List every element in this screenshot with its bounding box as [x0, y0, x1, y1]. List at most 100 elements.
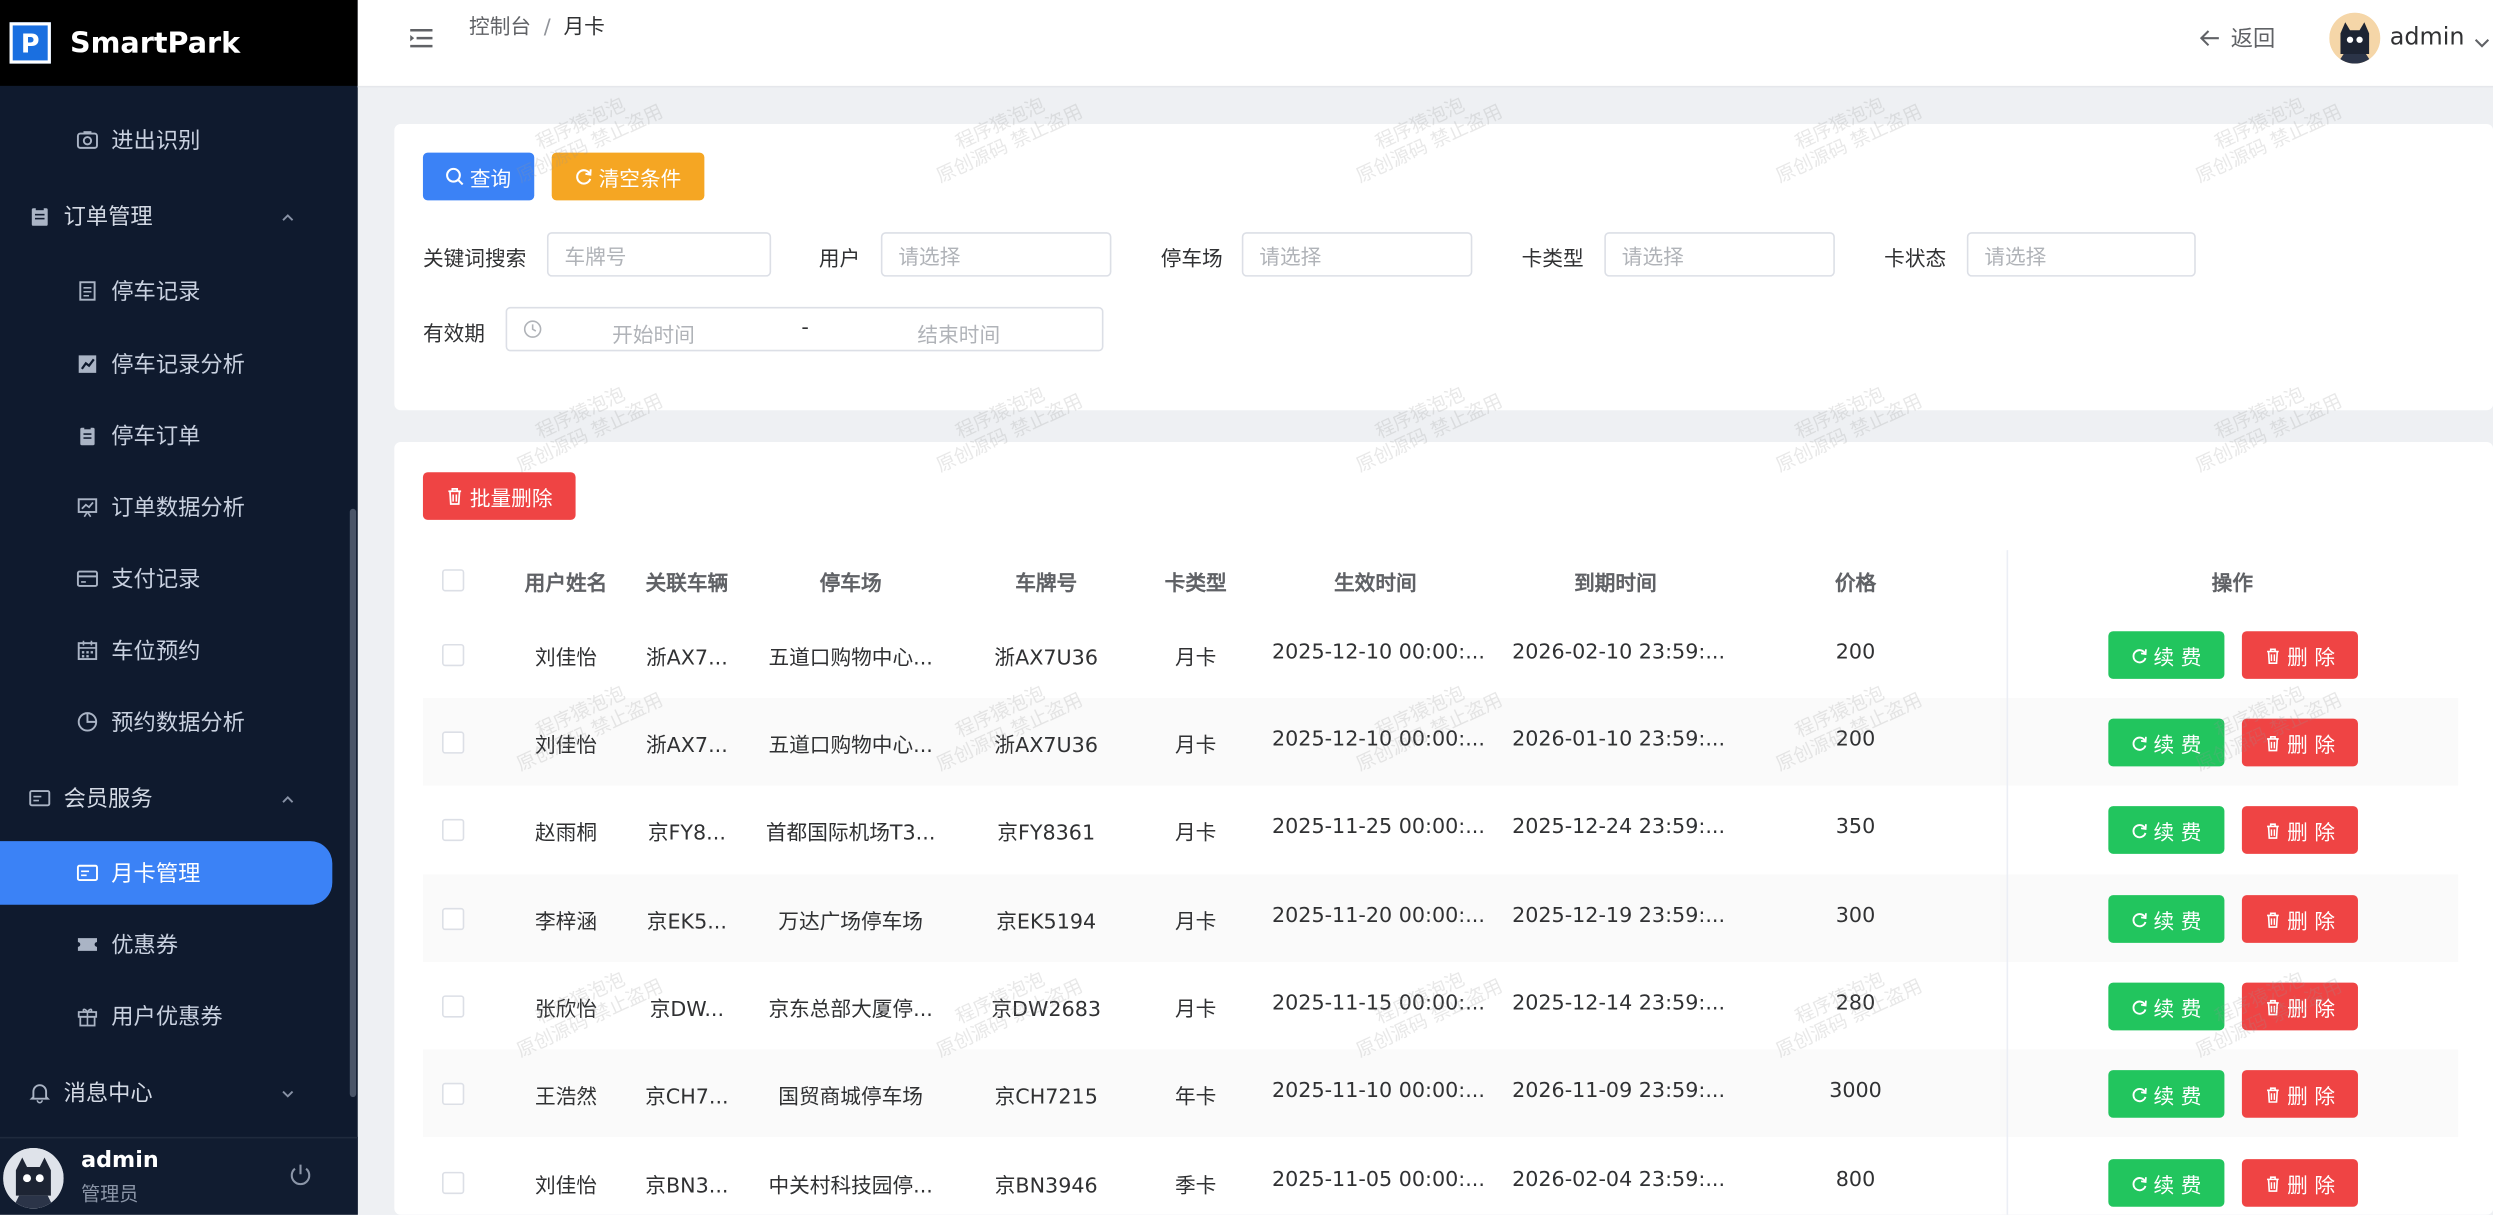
- range-separator: -: [801, 316, 809, 341]
- delete-button[interactable]: 删 除: [2241, 895, 2358, 943]
- sidebar-item-label: 停车订单: [111, 424, 201, 450]
- renew-button[interactable]: 续 费: [2108, 1159, 2225, 1207]
- column-header-plate[interactable]: 车牌号: [967, 566, 1126, 596]
- sidebar-group-message-center[interactable]: 消息中心: [0, 1061, 350, 1125]
- renew-label: 续 费: [2153, 1085, 2202, 1110]
- delete-button[interactable]: 删 除: [2241, 1159, 2358, 1207]
- delete-label: 删 除: [2287, 1085, 2336, 1110]
- sidebar-item-parking-analysis[interactable]: 停车记录分析: [0, 332, 350, 396]
- chevron-down-icon[interactable]: [2472, 29, 2491, 48]
- fixed-column-divider: [2006, 550, 2009, 1215]
- chevron-down-icon: [280, 1083, 296, 1099]
- sidebar-item-label: 停车记录分析: [111, 352, 245, 379]
- parking-lot-select[interactable]: 请选择: [1241, 232, 1473, 277]
- column-header-end-time[interactable]: 到期时间: [1512, 566, 1719, 596]
- validity-date-range[interactable]: 开始时间 - 结束时间: [505, 306, 1104, 352]
- renew-button[interactable]: 续 费: [2108, 895, 2225, 943]
- sidebar-item-parking-orders[interactable]: 停车订单: [0, 404, 350, 468]
- cell-plate: 京FY8361: [997, 822, 1096, 846]
- table-row[interactable]: 赵雨桐 京FY8... 首都国际机场T3... 京FY8361 月卡 2025-11-25…: [423, 785, 2458, 872]
- sidebar-item-coupons[interactable]: 优惠券: [0, 913, 350, 977]
- column-header-card-type[interactable]: 卡类型: [1132, 566, 1259, 596]
- sidebar-group-member-service[interactable]: 会员服务: [0, 766, 350, 830]
- column-header-user-name[interactable]: 用户姓名: [502, 566, 629, 596]
- clear-filters-button[interactable]: 清空条件: [551, 152, 705, 201]
- card-type-select[interactable]: 请选择: [1604, 232, 1835, 277]
- query-button[interactable]: 查询: [422, 152, 535, 201]
- cell-vehicle: 京FY8...: [647, 822, 726, 846]
- delete-button[interactable]: 删 除: [2241, 1070, 2358, 1118]
- sidebar-scrollbar[interactable]: [349, 508, 357, 1098]
- breadcrumb-item-dashboard[interactable]: 控制台: [469, 16, 531, 40]
- refresh-icon: [2133, 823, 2148, 838]
- power-icon[interactable]: [286, 1161, 315, 1190]
- sidebar-item-label: 预约数据分析: [111, 710, 245, 737]
- chevron-up-icon: [280, 207, 296, 223]
- end-date-input[interactable]: 结束时间: [917, 318, 1000, 348]
- header-avatar[interactable]: [2329, 12, 2381, 64]
- sidebar-item-order-analysis[interactable]: 订单数据分析: [0, 475, 350, 539]
- table-row[interactable]: 刘佳怡 浙AX7... 五道口购物中心... 浙AX7U36 月卡 2025-12-10 …: [422, 698, 2459, 786]
- sidebar-item-label: 订单管理: [63, 205, 153, 231]
- table-row[interactable]: 张欣怡 京DW... 京东总部大厦停... 京DW2683 月卡 2025-11-15 0…: [423, 962, 2458, 1049]
- column-header-vehicle[interactable]: 关联车辆: [623, 566, 750, 596]
- user-select[interactable]: 请选择: [880, 232, 1112, 277]
- renew-button[interactable]: 续 费: [2108, 982, 2225, 1031]
- batch-delete-button[interactable]: 批量删除: [422, 472, 576, 520]
- back-button[interactable]: 返回: [2199, 22, 2275, 54]
- select-all-checkbox[interactable]: [442, 569, 465, 592]
- cell-price: 200: [1835, 640, 1876, 665]
- logo-icon: P: [9, 22, 51, 64]
- sidebar-item-space-reservation[interactable]: 车位预约: [0, 619, 350, 683]
- presentation-chart-icon: [76, 496, 98, 518]
- sidebar-item-reservation-analysis[interactable]: 预约数据分析: [0, 690, 350, 754]
- validity-label: 有效期: [422, 322, 485, 347]
- renew-button[interactable]: 续 费: [2108, 718, 2225, 767]
- renew-button[interactable]: 续 费: [2108, 631, 2225, 679]
- membership-card-icon: [76, 862, 98, 884]
- sidebar-item-parking-records[interactable]: 停车记录: [0, 259, 350, 323]
- sidebar-item-entry-recognition[interactable]: 进出识别: [0, 108, 350, 172]
- row-checkbox[interactable]: [442, 995, 465, 1018]
- start-date-input[interactable]: 开始时间: [612, 318, 695, 348]
- card-status-select[interactable]: 请选择: [1966, 232, 2196, 277]
- table-row[interactable]: 王浩然 京CH7... 国贸商城停车场 京CH7215 年卡 2025-11-10 00:…: [422, 1049, 2459, 1137]
- table-row[interactable]: 刘佳怡 浙AX7... 五道口购物中心... 浙AX7U36 月卡 2025-12-10 …: [423, 611, 2458, 698]
- renew-label: 续 费: [2153, 733, 2202, 758]
- row-checkbox[interactable]: [442, 1171, 465, 1195]
- table-row[interactable]: 李梓涵 京EK5... 万达广场停车场 京EK5194 月卡 2025-11-20 00:…: [422, 874, 2459, 962]
- table-row[interactable]: 刘佳怡 京BN3... 中关村科技园停... 京BN3946 季卡 2025-11-05 …: [423, 1138, 2458, 1214]
- column-header-parking-lot[interactable]: 停车场: [755, 566, 946, 596]
- header-user-name[interactable]: admin: [2390, 22, 2465, 51]
- clear-filters-label: 清空条件: [598, 167, 682, 192]
- delete-button[interactable]: 删 除: [2241, 631, 2358, 679]
- cell-price: 300: [1835, 904, 1876, 929]
- row-checkbox[interactable]: [442, 907, 465, 931]
- sidebar-item-label: 车位预约: [111, 639, 201, 665]
- cell-price: 280: [1835, 992, 1876, 1017]
- renew-button[interactable]: 续 费: [2108, 1070, 2225, 1118]
- row-checkbox[interactable]: [442, 1082, 465, 1106]
- cell-parking-lot: 首都国际机场T3...: [765, 822, 936, 846]
- cell-card-type: 月卡: [1174, 911, 1217, 935]
- delete-button[interactable]: 删 除: [2241, 806, 2358, 854]
- menu-toggle-icon[interactable]: [409, 25, 434, 50]
- column-header-start-time[interactable]: 生效时间: [1272, 566, 1479, 596]
- sidebar-item-user-coupons[interactable]: 用户优惠券: [0, 984, 350, 1048]
- avatar[interactable]: [3, 1147, 64, 1208]
- delete-label: 删 除: [2287, 1174, 2336, 1199]
- row-checkbox[interactable]: [442, 818, 465, 842]
- row-checkbox[interactable]: [442, 643, 465, 667]
- delete-button[interactable]: 删 除: [2241, 982, 2358, 1031]
- cell-plate: 浙AX7U36: [994, 647, 1098, 671]
- sidebar-item-monthly-card[interactable]: 月卡管理: [0, 841, 333, 905]
- delete-button[interactable]: 删 除: [2241, 718, 2358, 767]
- renew-button[interactable]: 续 费: [2108, 806, 2225, 854]
- sidebar-item-label: 进出识别: [111, 128, 201, 155]
- sidebar-group-order-management[interactable]: 订单管理: [0, 184, 350, 248]
- column-header-price[interactable]: 价格: [1792, 566, 1919, 596]
- row-checkbox[interactable]: [442, 731, 465, 754]
- cell-user-name: 李梓涵: [535, 911, 598, 935]
- sidebar-item-payment-records[interactable]: 支付记录: [0, 547, 350, 611]
- keyword-input[interactable]: 车牌号: [546, 232, 772, 277]
